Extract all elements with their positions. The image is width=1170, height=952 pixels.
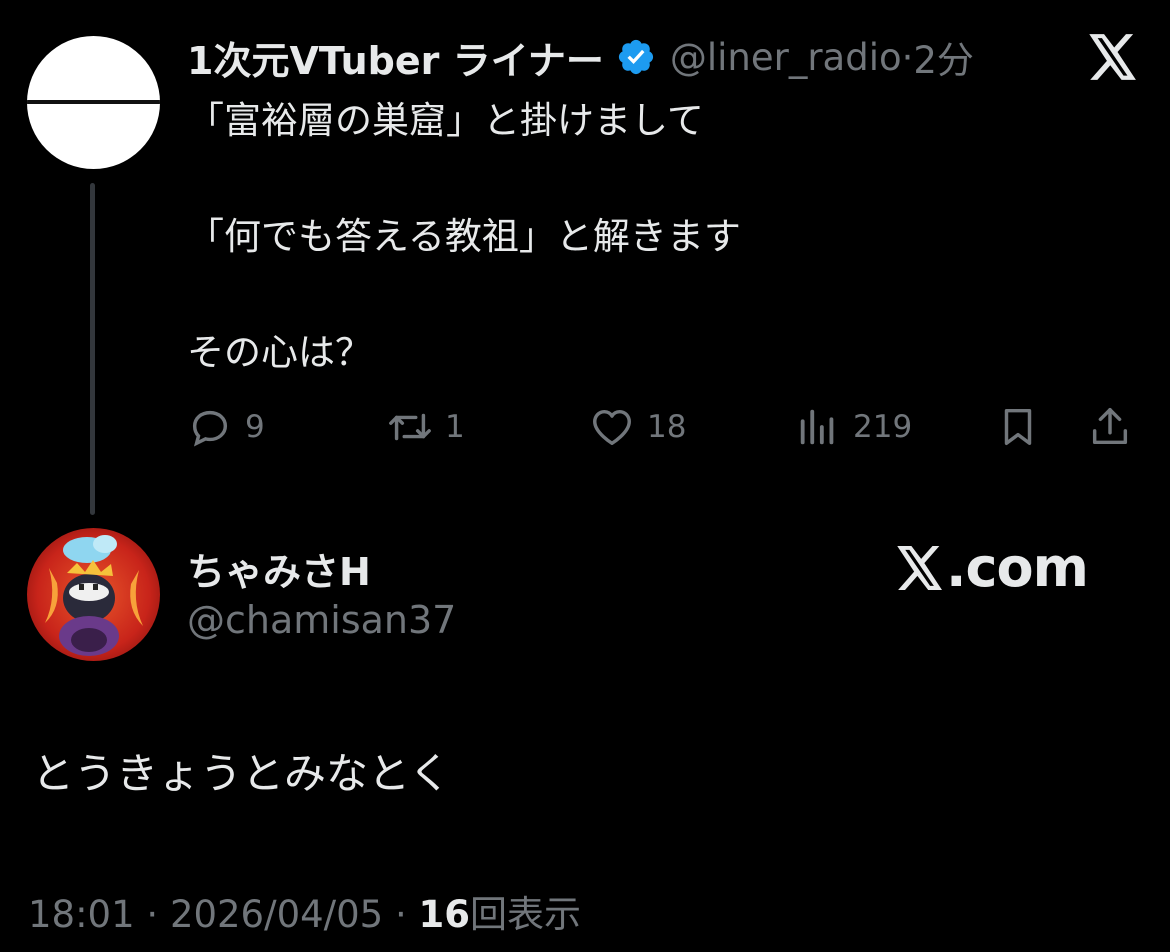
x-logo-icon[interactable] bbox=[1088, 34, 1138, 80]
post-date[interactable]: 2026/04/05 bbox=[170, 893, 383, 936]
bookmark-icon bbox=[1004, 408, 1032, 446]
repost-button[interactable]: 1 bbox=[387, 400, 465, 454]
reply-text: とうきょうとみなとく bbox=[32, 749, 451, 798]
display-name[interactable]: ちゃみさH bbox=[187, 541, 371, 596]
tweet-line-1: 「富裕層の巣窟」と掛けまして bbox=[187, 99, 704, 142]
handle[interactable]: @chamisan37 bbox=[187, 598, 456, 642]
separator-dot: · bbox=[901, 35, 914, 79]
timestamp[interactable]: 2分 bbox=[913, 30, 974, 84]
repost-icon bbox=[389, 413, 431, 441]
x-logo-icon bbox=[897, 546, 942, 590]
bookmark-button[interactable] bbox=[995, 400, 1053, 454]
like-count: 18 bbox=[647, 409, 687, 445]
view-count: 219 bbox=[853, 409, 913, 445]
analytics-icon bbox=[800, 409, 834, 445]
avatar[interactable] bbox=[27, 36, 160, 169]
x-com-watermark: .com bbox=[896, 536, 1089, 599]
share-button[interactable] bbox=[1087, 400, 1145, 454]
tweet-header: 1次元VTuber ライナー @liner_radio · 2分 bbox=[187, 30, 974, 84]
site-domain: .com bbox=[946, 536, 1089, 599]
heart-icon bbox=[593, 409, 631, 446]
repost-count: 1 bbox=[445, 409, 465, 445]
tweet-line-2: 「何でも答える教祖」と解きます bbox=[187, 215, 741, 258]
display-name[interactable]: 1次元VTuber ライナー bbox=[187, 30, 604, 85]
avatar-stripe bbox=[27, 100, 160, 104]
view-label: 回表示 bbox=[470, 893, 581, 936]
like-button[interactable]: 18 bbox=[589, 400, 686, 454]
view-count: 16 bbox=[418, 893, 471, 936]
views-button[interactable]: 219 bbox=[795, 400, 912, 454]
separator-dot: · bbox=[383, 893, 419, 936]
reply-icon bbox=[192, 410, 228, 447]
tweet-line-3: その心は？ bbox=[187, 331, 372, 374]
avatar[interactable] bbox=[27, 528, 160, 661]
action-bar: 9 1 18 219 bbox=[187, 400, 1147, 454]
handle[interactable]: @liner_radio bbox=[670, 36, 902, 79]
post-time[interactable]: 18:01 bbox=[28, 893, 135, 936]
reply-count: 9 bbox=[245, 409, 265, 445]
post-meta: 18:01 · 2026/04/05 · 16回表示 bbox=[28, 884, 581, 938]
verified-badge-icon bbox=[618, 39, 653, 75]
tweet-text: 「富裕層の巣窟」と掛けまして 「何でも答える教祖」と解きます その心は？ bbox=[187, 92, 741, 382]
thread-connector-line bbox=[90, 183, 95, 515]
share-icon bbox=[1092, 408, 1128, 445]
separator-dot: · bbox=[134, 893, 170, 936]
reply-button[interactable]: 9 bbox=[187, 400, 265, 454]
